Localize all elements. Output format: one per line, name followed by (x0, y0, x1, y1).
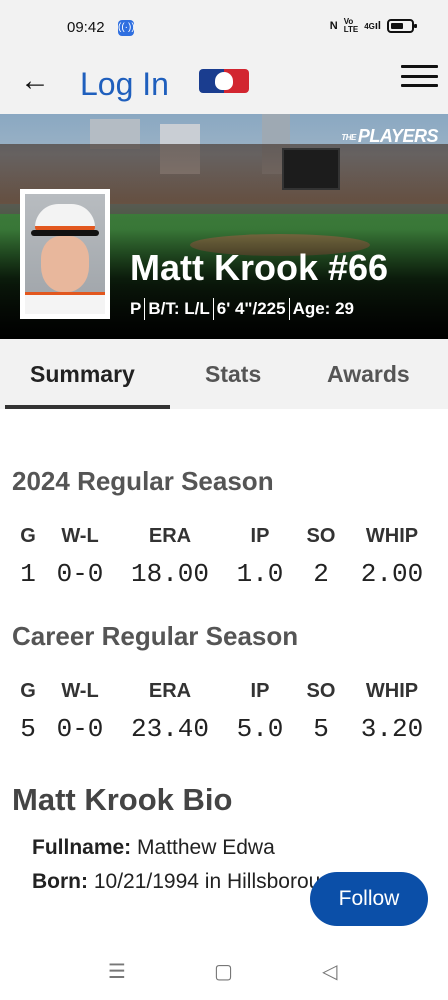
value-wl: 0-0 (56, 559, 104, 589)
hamburger-menu-icon[interactable] (401, 65, 438, 87)
value-era: 18.00 (130, 559, 210, 589)
active-tab-indicator (5, 405, 170, 409)
player-name: Matt Krook #66 (130, 247, 389, 288)
status-bar: 09:42 ((·)) N Vo LTE 4Gıl (0, 0, 448, 56)
tab-summary[interactable]: Summary (30, 361, 135, 388)
recents-icon[interactable]: ☰ (108, 959, 126, 984)
player-info: P B/T: L/L 6' 4"/225 Age: 29 (130, 298, 354, 320)
season-2024-title: 2024 Regular Season (12, 466, 274, 496)
system-nav-bar: ☰ ▢ ◁ (0, 945, 448, 1000)
player-bats-throws: B/T: L/L (148, 299, 210, 318)
login-link[interactable]: Log In (80, 66, 169, 103)
header-g: G (20, 680, 36, 702)
fullname-label: Fullname: (32, 836, 132, 859)
cast-icon: ((·)) (118, 20, 135, 36)
player-age: Age: 29 (292, 299, 354, 318)
follow-button[interactable]: Follow (310, 872, 428, 926)
scoreboard (282, 148, 340, 190)
nfc-icon: N (329, 20, 338, 32)
bio-fullname: Fullname: Matthew Edwa (12, 836, 436, 860)
home-icon[interactable]: ▢ (214, 959, 233, 984)
value-era: 23.40 (130, 714, 210, 744)
status-icons: N Vo LTE 4Gıl (329, 17, 417, 34)
fullname-value: Matthew Edwa (137, 836, 275, 859)
tab-bar: Summary Stats Awards (0, 339, 448, 409)
header-era: ERA (148, 680, 192, 702)
header-era: ERA (148, 525, 192, 547)
clock: 09:42 (67, 19, 105, 36)
career-title: Career Regular Season (12, 621, 299, 651)
header-wl: W-L (61, 680, 99, 702)
back-triangle-icon[interactable]: ◁ (322, 959, 337, 984)
career-header: G W-L ERA IP SO WHIP (12, 672, 436, 712)
player-height-weight: 6' 4"/225 (216, 299, 286, 318)
volte-icon: Vo LTE (343, 17, 359, 34)
value-g: 1 (20, 559, 36, 589)
value-g: 5 (20, 714, 36, 744)
born-label: Born: (32, 870, 88, 893)
player-hero: THE PLAYERS Matt Krook #66 P B/T: L/L 6' … (0, 114, 448, 339)
mlb-logo[interactable] (199, 69, 249, 93)
summary-content: 2024 Regular Season G W-L ERA IP SO WHIP… (0, 466, 448, 894)
tab-awards[interactable]: Awards (327, 361, 410, 388)
value-whip: 3.20 (360, 714, 424, 744)
player-position: P (130, 299, 142, 318)
value-whip: 2.00 (360, 559, 424, 589)
header-whip: WHIP (365, 680, 419, 702)
tab-stats[interactable]: Stats (205, 361, 261, 388)
season-2024-header: G W-L ERA IP SO WHIP (12, 517, 436, 557)
value-ip: 5.0 (236, 714, 284, 744)
header-ip: IP (250, 680, 270, 702)
value-so: 2 (313, 559, 329, 589)
header-wl: W-L (61, 525, 99, 547)
battery-icon (387, 19, 417, 33)
bio-title: Matt Krook Bio (12, 782, 233, 817)
player-headshot (20, 189, 110, 319)
players-brand-logo: THE PLAYERS (341, 126, 438, 146)
value-ip: 1.0 (236, 559, 284, 589)
career-values: 5 0-0 23.40 5.0 5 3.20 (12, 712, 436, 752)
header-so: SO (306, 525, 336, 547)
top-nav: ← Log In (0, 56, 448, 114)
header-g: G (20, 525, 36, 547)
header-so: SO (306, 680, 336, 702)
season-2024-values: 1 0-0 18.00 1.0 2 2.00 (12, 557, 436, 597)
back-arrow-icon[interactable]: ← (20, 64, 50, 98)
signal-icon: 4Gıl (364, 20, 381, 32)
value-wl: 0-0 (56, 714, 104, 744)
header-whip: WHIP (365, 525, 419, 547)
header-ip: IP (250, 525, 270, 547)
value-so: 5 (313, 714, 329, 744)
